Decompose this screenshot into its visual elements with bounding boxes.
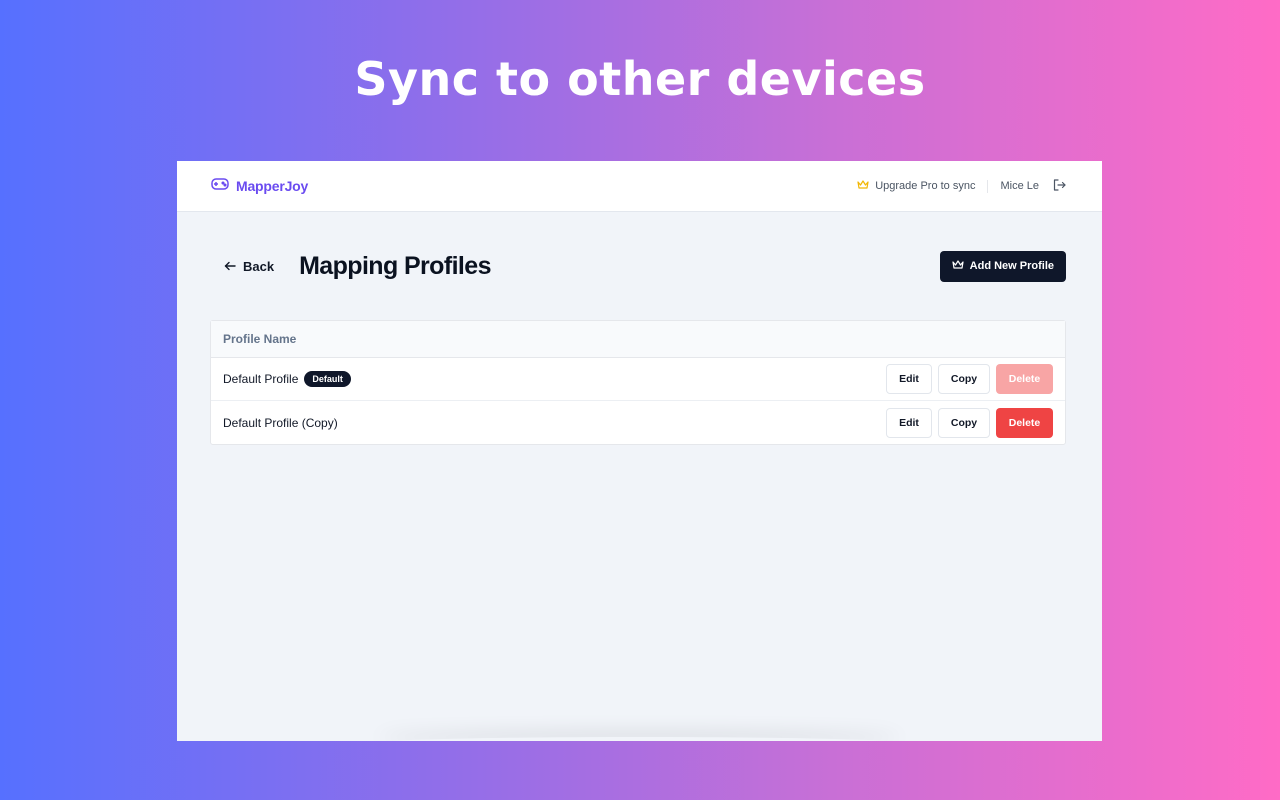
row-actions: Edit Copy Delete	[886, 364, 1053, 394]
crown-icon	[952, 259, 964, 273]
add-button-label: Add New Profile	[969, 260, 1054, 272]
user-name: Mice Le	[1000, 180, 1039, 192]
gamepad-icon	[211, 177, 229, 196]
copy-button[interactable]: Copy	[938, 364, 990, 394]
delete-button: Delete	[996, 364, 1053, 394]
profile-name: Default Profile	[223, 372, 299, 386]
profiles-table: Profile Name Default Profile Default Edi…	[210, 320, 1066, 445]
main-content: Back Mapping Profiles Add New Profile Pr…	[177, 212, 1102, 445]
column-header-profile-name: Profile Name	[211, 321, 1065, 358]
table-row: Default Profile (Copy) Edit Copy Delete	[211, 401, 1065, 444]
promo-title: Sync to other devices	[354, 52, 926, 106]
edit-button[interactable]: Edit	[886, 407, 932, 438]
upgrade-pro-link[interactable]: Upgrade Pro to sync	[857, 179, 989, 193]
back-label: Back	[243, 258, 275, 274]
brand-name: MapperJoy	[236, 178, 309, 194]
brand-logo[interactable]: MapperJoy	[211, 177, 308, 196]
upgrade-label: Upgrade Pro to sync	[875, 180, 976, 192]
row-actions: Edit Copy Delete	[886, 407, 1053, 438]
add-new-profile-button[interactable]: Add New Profile	[939, 250, 1066, 282]
crown-icon	[857, 179, 869, 193]
arrow-left-icon	[224, 259, 236, 274]
header-actions: Upgrade Pro to sync Mice Le	[857, 178, 1066, 194]
table-row: Default Profile Default Edit Copy Delete	[211, 358, 1065, 401]
back-button[interactable]: Back	[210, 259, 274, 274]
page-title: Mapping Profiles	[299, 251, 491, 280]
logout-icon[interactable]	[1053, 178, 1066, 194]
page-header-left: Back Mapping Profiles	[210, 252, 491, 281]
app-header: MapperJoy Upgrade Pro to sync Mice Le	[177, 161, 1102, 212]
default-badge: Default	[304, 371, 351, 387]
profile-name: Default Profile (Copy)	[223, 415, 338, 430]
page-header: Back Mapping Profiles Add New Profile	[210, 212, 1066, 320]
delete-button[interactable]: Delete	[996, 407, 1053, 438]
app-window: MapperJoy Upgrade Pro to sync Mice Le Ba…	[177, 161, 1102, 741]
window-shadow	[377, 737, 902, 741]
profile-name-cell: Default Profile (Copy)	[223, 416, 338, 430]
copy-button[interactable]: Copy	[938, 407, 990, 438]
edit-button[interactable]: Edit	[886, 364, 932, 394]
profile-name-cell: Default Profile Default	[223, 371, 351, 387]
